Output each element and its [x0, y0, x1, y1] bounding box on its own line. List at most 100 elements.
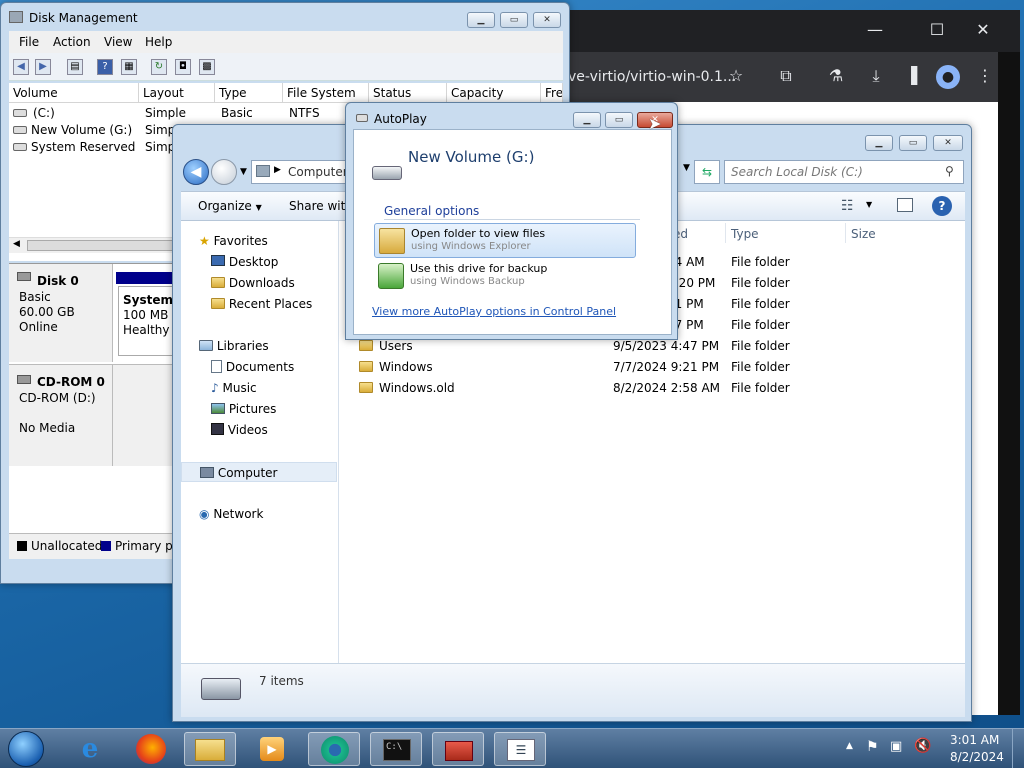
scroll-left-icon[interactable]: ◀	[13, 239, 20, 249]
dm-maximize-button[interactable]: ▭	[500, 12, 528, 28]
chrome-minimize-button[interactable]: —	[860, 15, 890, 45]
nav-documents[interactable]: Documents	[181, 357, 337, 377]
control-panel-link[interactable]: View more AutoPlay options in Control Pa…	[372, 305, 616, 318]
firefox-icon[interactable]	[136, 734, 166, 764]
cdrom0-label[interactable]: CD-ROM 0 CD-ROM (D:) No Media	[9, 364, 113, 466]
nav-computer[interactable]: Computer	[181, 462, 337, 482]
internet-explorer-icon[interactable]: e	[64, 732, 116, 766]
back-arrow-icon[interactable]: ◀	[13, 59, 29, 75]
nav-libraries[interactable]: Libraries	[181, 336, 337, 356]
menu-action[interactable]: Action	[53, 35, 91, 49]
col-capacity[interactable]: Capacity	[447, 83, 541, 103]
scroll-thumb[interactable]	[27, 240, 177, 251]
more-menu-icon[interactable]: ⋮	[970, 61, 1000, 91]
explorer-minimize-button[interactable]: ▁	[865, 135, 893, 151]
flag-icon[interactable]: ⚑	[866, 739, 879, 755]
autoplay-minimize-button[interactable]: ▁	[573, 112, 601, 128]
nav-videos[interactable]: Videos	[181, 420, 337, 440]
address-dropdown-icon[interactable]: ▼	[683, 163, 690, 173]
disk-icon[interactable]: ◘	[175, 59, 191, 75]
console-tree-icon[interactable]: ▤	[67, 59, 83, 75]
col-type[interactable]: Type	[215, 83, 283, 103]
disk-management-taskbar-button[interactable]: ☰	[494, 732, 546, 766]
col-status[interactable]: Status	[369, 83, 447, 103]
help-icon[interactable]: ?	[97, 59, 113, 75]
col-volume[interactable]: Volume	[9, 83, 139, 103]
share-with-button[interactable]: Share with	[289, 199, 353, 213]
chrome-taskbar-button[interactable]	[308, 732, 360, 766]
show-hidden-icons[interactable]: ▲	[846, 741, 853, 751]
nav-pictures[interactable]: Pictures	[181, 399, 337, 419]
help-icon[interactable]: ?	[932, 196, 952, 216]
disk0-name: Disk 0	[37, 274, 79, 288]
system-reserved-partition[interactable]: System R 100 MB N Healthy (S	[118, 286, 178, 356]
organize-button[interactable]: Organize ▼	[198, 199, 262, 213]
refresh-icon[interactable]: ↻	[151, 59, 167, 75]
menu-file[interactable]: File	[19, 35, 39, 49]
dm-close-button[interactable]: ✕	[533, 12, 561, 28]
history-dropdown-icon[interactable]: ▼	[240, 167, 247, 177]
nav-label: Desktop	[228, 255, 279, 269]
view-dropdown-icon[interactable]: ▼	[866, 200, 872, 209]
disk0-label[interactable]: Disk 0 Basic 60.00 GB Online	[9, 264, 113, 362]
col-layout[interactable]: Layout	[139, 83, 215, 103]
view-options-icon[interactable]: ☷	[841, 198, 854, 214]
back-button-icon[interactable]: ◀	[183, 159, 209, 185]
chrome-close-button[interactable]: ✕	[968, 15, 998, 45]
clock-date[interactable]: 8/2/2024	[950, 750, 1004, 764]
list-item[interactable]: Windows 7/7/2024 9:21 PM File folder	[339, 357, 965, 378]
search-icon[interactable]: ⚲	[945, 164, 954, 178]
nav-music[interactable]: ♪ Music	[181, 378, 337, 398]
profile-avatar-icon[interactable]: ●	[936, 65, 960, 89]
item-date: 8/2/2024 2:58 AM	[613, 381, 721, 395]
explorer-close-button[interactable]: ✕	[933, 135, 963, 151]
autoplay-dialog: AutoPlay ▁ ▭ ✕ New Volume (G:) General o…	[345, 102, 678, 340]
search-input[interactable]: Search Local Disk (C:)	[731, 165, 863, 179]
preview-pane-icon[interactable]	[897, 198, 913, 212]
volume-muted-icon[interactable]: 🔇	[914, 738, 931, 754]
download-icon[interactable]: ⤓	[861, 61, 891, 91]
show-desktop-button[interactable]	[1012, 729, 1024, 768]
properties-icon[interactable]: ▦	[121, 59, 137, 75]
toolbox-taskbar-button[interactable]	[432, 732, 484, 766]
pictures-icon	[211, 403, 225, 414]
menu-help[interactable]: Help	[145, 35, 172, 49]
forward-button-icon[interactable]	[211, 159, 237, 185]
forward-arrow-icon[interactable]: ▶	[35, 59, 51, 75]
side-panel-icon[interactable]: ▐	[896, 61, 926, 91]
chrome-maximize-button[interactable]: ☐	[922, 15, 952, 45]
col-free[interactable]: Fre	[541, 83, 563, 103]
refresh-icon[interactable]: ⇆	[694, 160, 720, 184]
explorer-taskbar-button[interactable]	[184, 732, 236, 766]
menu-view[interactable]: View	[104, 35, 132, 49]
open-folder-option[interactable]: Open folder to view files using Windows …	[374, 223, 636, 258]
backup-option[interactable]: Use this drive for backup using Windows …	[374, 259, 636, 294]
clock-time[interactable]: 3:01 AM	[950, 733, 999, 747]
flask-icon[interactable]: ⚗	[821, 61, 851, 91]
explorer-maximize-button[interactable]: ▭	[899, 135, 927, 151]
cmd-taskbar-button[interactable]: C:\	[370, 732, 422, 766]
nav-network[interactable]: ◉ Network	[181, 504, 337, 524]
nav-recent-places[interactable]: Recent Places	[181, 294, 337, 314]
dm-minimize-button[interactable]: ▁	[467, 12, 495, 28]
media-player-button[interactable]: ▶	[246, 732, 298, 766]
settings-icon[interactable]: ▩	[199, 59, 215, 75]
list-item[interactable]: Windows.old 8/2/2024 2:58 AM File folder	[339, 378, 965, 399]
nav-downloads[interactable]: Downloads	[181, 273, 337, 293]
start-button-icon[interactable]	[8, 731, 44, 767]
network-status-icon[interactable]: ▣	[890, 739, 902, 754]
col-filesystem[interactable]: File System	[283, 83, 369, 103]
col-size[interactable]: Size	[851, 227, 876, 241]
autoplay-maximize-button[interactable]: ▭	[605, 112, 633, 128]
nav-label: Music	[222, 381, 257, 395]
search-box[interactable]: Search Local Disk (C:) ⚲	[724, 160, 964, 184]
nav-favorites[interactable]: ★ Favorites	[181, 231, 337, 251]
extensions-icon[interactable]: ⧉	[771, 61, 801, 91]
col-type[interactable]: Type	[731, 227, 759, 241]
star-icon[interactable]: ☆	[721, 61, 751, 91]
nav-desktop[interactable]: Desktop	[181, 252, 337, 272]
breadcrumb[interactable]: ▶ Computer	[251, 160, 351, 184]
nav-label: Network	[213, 507, 264, 521]
list-icon: ☰	[507, 739, 535, 761]
breadcrumb-computer[interactable]: Computer	[288, 165, 348, 179]
